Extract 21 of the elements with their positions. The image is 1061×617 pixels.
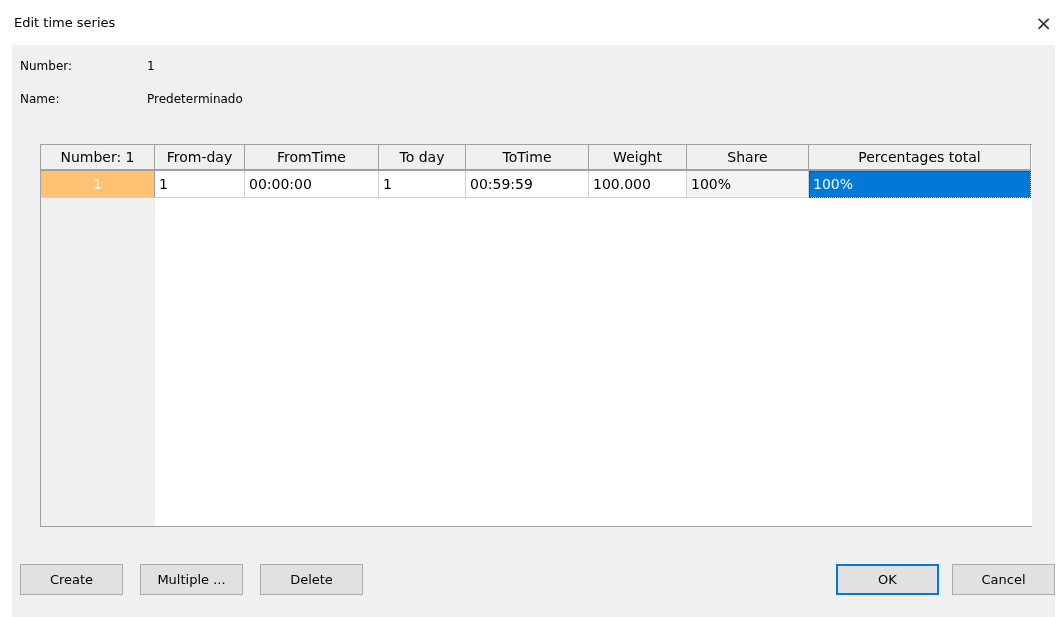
column-header[interactable]: To day xyxy=(379,145,466,171)
multiple-button[interactable]: Multiple ... xyxy=(140,564,243,595)
column-header[interactable]: FromTime xyxy=(245,145,379,171)
close-button[interactable]: × xyxy=(1032,12,1055,33)
field-value: Predeterminado xyxy=(147,92,243,106)
create-button[interactable]: Create xyxy=(20,564,123,595)
field-label: Number: xyxy=(20,59,73,73)
column-header[interactable]: Percentages total xyxy=(809,145,1031,171)
column-header[interactable]: From-day xyxy=(155,145,245,171)
field-value: 1 xyxy=(147,59,155,73)
table-cell[interactable]: 100% xyxy=(687,171,809,198)
cancel-button[interactable]: Cancel xyxy=(952,564,1055,595)
window-title: Edit time series xyxy=(14,15,116,30)
field-label: Name: xyxy=(20,92,60,106)
column-header[interactable]: Weight xyxy=(589,145,687,171)
table-cell[interactable]: 100% xyxy=(809,171,1031,198)
column-header[interactable]: Share xyxy=(687,145,809,171)
column-header[interactable]: Number: 1 xyxy=(41,145,155,171)
ok-button[interactable]: OK xyxy=(836,564,939,595)
column-header[interactable]: ToTime xyxy=(466,145,589,171)
delete-button[interactable]: Delete xyxy=(260,564,363,595)
